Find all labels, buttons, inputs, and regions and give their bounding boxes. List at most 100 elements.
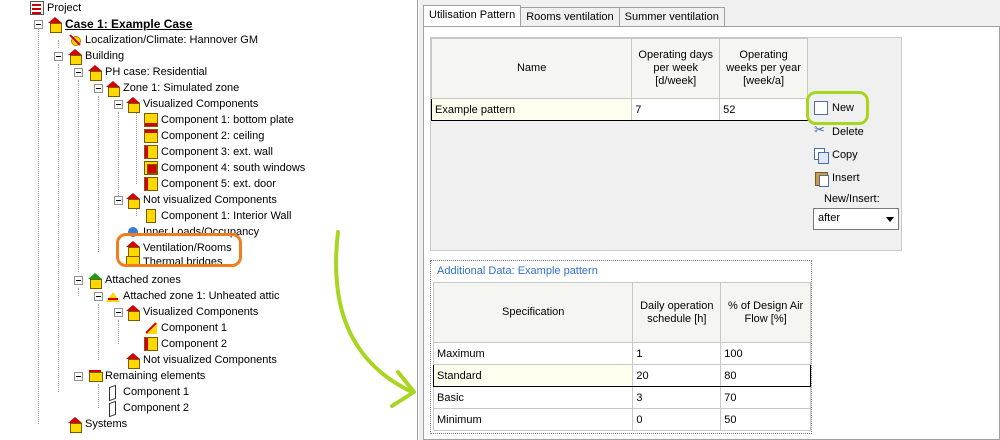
table-row[interactable]: Minimum 0 50 [432,408,811,431]
cell-specification[interactable]: Minimum [432,408,634,431]
tree-item-visualized-components[interactable]: Visualized Components [126,96,258,113]
tree-item-label: Attached zones [105,274,181,286]
tree-item-climate[interactable]: Localization/Climate: Hannover GM [68,32,258,48]
cell-airflow[interactable]: 80 [720,364,811,387]
cell-name[interactable]: Example pattern [430,98,633,121]
new-insert-value: after [818,212,841,224]
tree-item-attic-not-visualized[interactable]: Not visualized Components [126,352,277,369]
collapse-toggle-case[interactable] [34,20,43,29]
cell-specification[interactable]: Standard [432,364,634,387]
column-header-name[interactable]: Name [430,38,633,99]
tree-item-attic-component-2[interactable]: Component 2 [144,336,227,352]
wall-component-icon [144,337,158,351]
additional-data-title: Additional Data: Example pattern [437,265,598,277]
copy-button[interactable]: Copy [814,145,858,165]
collapse-toggle-visualized[interactable] [114,100,123,109]
attic-icon [106,289,120,303]
collapse-toggle-ph-case[interactable] [74,68,83,77]
cell-specification[interactable]: Maximum [432,342,634,365]
tree-item-label: Component 2 [123,402,190,414]
tree-item-attached-zone-1[interactable]: Attached zone 1: Unheated attic [106,288,280,304]
systems-icon [68,417,82,433]
tab-utilisation-pattern[interactable]: Utilisation Pattern [423,5,522,26]
zone-icon [106,81,120,97]
tree-item-ventilation-rooms[interactable]: Ventilation/Rooms [126,240,232,257]
climate-icon [68,33,82,47]
tab-summer-ventilation[interactable]: Summer ventilation [618,7,725,26]
tree-item-ph-case[interactable]: PH case: Residential [88,64,208,81]
table-row[interactable]: Example pattern 7 52 [430,98,808,121]
not-visualized-components-icon [126,353,140,369]
tree-item-remaining-component-2[interactable]: Component 2 [106,400,189,416]
collapse-toggle-building[interactable] [54,52,63,61]
tree-item-attached-zones[interactable]: Attached zones [88,272,181,289]
tree-item-attic-component-1[interactable]: Component 1 [144,320,227,336]
tree-item-label: PH case: Residential [105,66,208,78]
cell-airflow[interactable]: 100 [720,342,811,365]
tree-item-systems[interactable]: Systems [68,416,128,433]
tree-item-label: Systems [85,418,128,430]
collapse-toggle-zone[interactable] [94,84,103,93]
window-icon [144,161,158,175]
tree-item-label: Project [47,2,82,14]
tree-item-zone-1[interactable]: Zone 1: Simulated zone [106,80,239,97]
case-house-icon [48,17,62,33]
collapse-toggle-remaining[interactable] [74,372,83,381]
tree-item-label: Localization/Climate: Hannover GM [85,34,259,46]
cell-hours[interactable]: 0 [632,408,722,431]
tree-item-label: Component 4: south windows [161,162,306,174]
table-row[interactable]: Basic 3 70 [432,386,811,409]
new-insert-select[interactable]: after [813,208,899,230]
delete-button[interactable]: Delete [814,122,864,142]
tree-item-remaining-elements[interactable]: Remaining elements [88,368,205,384]
table-row[interactable]: Maximum 1 100 [432,342,811,365]
collapse-toggle-attic-visualized[interactable] [114,308,123,317]
cell-days[interactable]: 7 [631,98,721,121]
tree-item-component-2[interactable]: Component 2: ceiling [144,128,264,144]
tree-item-building[interactable]: Building [68,48,124,65]
tree-item-attic-visualized-components[interactable]: Visualized Components [126,304,258,321]
attached-zones-icon [88,273,102,289]
column-header-hours[interactable]: Daily operation schedule [h] [632,282,722,343]
cell-hours[interactable]: 1 [632,342,722,365]
tree-item-label: Not visualized Components [143,194,277,206]
ventilation-icon [126,241,140,257]
collapse-toggle-not-visualized[interactable] [114,196,123,205]
paste-icon [814,171,829,187]
tree-item-label: Remaining elements [105,370,206,382]
tab-rooms-ventilation[interactable]: Rooms ventilation [520,7,620,26]
interior-wall-icon [146,209,156,223]
tree-item-component-3[interactable]: Component 3: ext. wall [144,144,273,160]
tree-item-case[interactable]: Case 1: Example Case [48,16,192,33]
cell-airflow[interactable]: 50 [720,408,811,431]
tree-item-remaining-component-1[interactable]: Component 1 [106,384,189,400]
tree-item-interior-wall[interactable]: Component 1: Interior Wall [144,208,291,224]
insert-button[interactable]: Insert [814,168,860,188]
tree-item-component-4[interactable]: Component 4: south windows [144,160,305,176]
project-icon [30,1,44,15]
cell-hours[interactable]: 3 [632,386,722,409]
tree-item-label: Not visualized Components [143,354,277,366]
tree-item-component-5[interactable]: Component 5: ext. door [144,176,276,192]
cell-weeks[interactable]: 52 [719,98,808,121]
column-header-weeks[interactable]: Operating weeks per year [week/a] [719,38,808,99]
cell-specification[interactable]: Basic [432,386,634,409]
collapse-toggle-attached-zone-1[interactable] [94,292,103,301]
element-icon [106,401,120,415]
chevron-down-icon [886,217,894,222]
tree-item-project[interactable]: Project [30,0,81,16]
cell-airflow[interactable]: 70 [720,386,811,409]
column-header-airflow[interactable]: % of Design Air Flow [%] [720,282,811,343]
collapse-toggle-attached[interactable] [74,276,83,285]
visualized-components-icon [126,305,140,321]
highlight-new-annotation [806,91,869,125]
column-header-days[interactable]: Operating days per week [d/week] [631,38,721,99]
building-icon [68,49,82,65]
tree-item-component-1[interactable]: Component 1: bottom plate [144,112,294,128]
cell-hours[interactable]: 20 [632,364,722,387]
table-row[interactable]: Standard 20 80 [432,364,811,387]
copy-button-label: Copy [832,149,858,161]
tree-item-not-visualized-components[interactable]: Not visualized Components [126,192,277,209]
tree-item-label: Component 3: ext. wall [161,146,273,158]
column-header-specification[interactable]: Specification [432,282,634,343]
